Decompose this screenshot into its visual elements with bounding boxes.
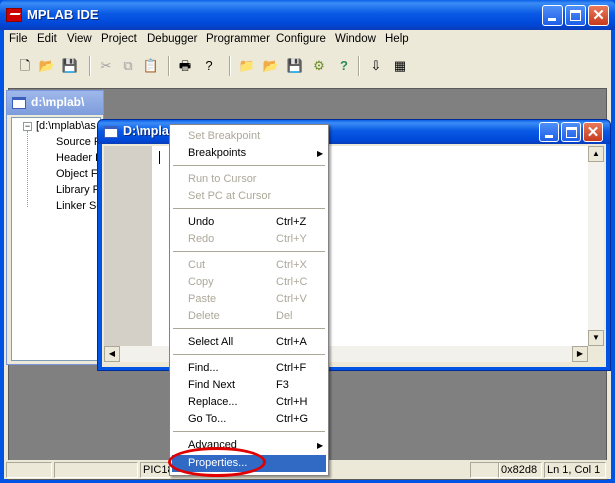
toolbar-separator [229,56,231,76]
tree-folder-linker[interactable]: Linker Sc [56,200,100,212]
vertical-scrollbar[interactable]: ▲ ▼ [588,146,604,346]
menu-file[interactable]: File [9,33,28,45]
scroll-right-icon[interactable]: ▶ [572,346,588,362]
menu-item-cut[interactable]: Cut Ctrl+X [172,257,326,274]
project-window-titlebar[interactable]: d:\mplab\ [7,91,103,115]
window-icon [12,97,26,109]
menu-item-delete[interactable]: Delete Del [172,308,326,325]
menu-item-copy[interactable]: Copy Ctrl+C [172,274,326,291]
menu-help[interactable]: Help [385,33,409,45]
print-icon[interactable]: 🖶 [175,56,195,76]
scroll-up-icon[interactable]: ▲ [588,146,604,162]
menu-item-set-pc-at-cursor[interactable]: Set PC at Cursor [172,188,326,205]
minimize-button[interactable] [542,5,563,26]
toolbar-separator [168,56,170,76]
editor-maximize-button[interactable] [561,122,581,142]
scroll-left-icon[interactable]: ◀ [104,346,120,362]
status-pane-empty [6,462,52,478]
highlight-circle-annotation [168,447,266,477]
menu-separator [173,165,325,166]
editor-minimize-button[interactable] [539,122,559,142]
menu-project[interactable]: Project [101,33,137,45]
maximize-button[interactable] [565,5,586,26]
menu-item-set-breakpoint[interactable]: Set Breakpoint [172,128,326,145]
menu-window[interactable]: Window [335,33,376,45]
menu-debugger[interactable]: Debugger [147,33,198,45]
tree-folder-library[interactable]: Library F [56,184,99,196]
window-icon [104,126,118,138]
status-pane-empty-2 [54,462,138,478]
tree-folder-source[interactable]: Source F [56,136,100,148]
menu-separator [173,431,325,432]
project-window-title: d:\mplab\ [31,95,85,109]
help-icon[interactable]: ? [199,56,219,76]
menu-view[interactable]: View [67,33,92,45]
mplab-ide-window: MPLAB IDE ✕ File Edit View Project Debug… [0,0,615,483]
menu-separator [173,354,325,355]
project-root-node[interactable]: [d:\mplab\as [36,120,96,132]
new-project-icon[interactable]: 📁 [237,56,257,76]
toolbar-separator [358,56,360,76]
close-icon: ✕ [586,124,600,141]
open-folder-icon[interactable]: 📂 [37,56,57,76]
tree-folder-object[interactable]: Object F [56,168,98,180]
menu-separator [173,208,325,209]
build-all-icon[interactable]: ⇩ [366,56,386,76]
status-address: 0x82d8 [498,462,542,478]
cut-icon[interactable]: ✂ [96,56,116,76]
menu-item-find-next[interactable]: Find Next F3 [172,377,326,394]
submenu-arrow-icon: ▶ [317,149,324,158]
menu-item-redo[interactable]: Redo Ctrl+Y [172,231,326,248]
close-icon: ✕ [592,7,605,24]
app-title: MPLAB IDE [27,7,99,22]
save-icon[interactable]: 💾 [60,56,80,76]
menu-configure[interactable]: Configure [276,33,326,45]
minimize-icon [548,18,556,21]
menu-separator [173,328,325,329]
menu-bar: File Edit View Project Debugger Programm… [4,30,611,50]
open-project-icon[interactable]: 📂 [261,56,281,76]
status-cursor-position: Ln 1, Col 1 [544,462,606,478]
submenu-arrow-icon: ▶ [317,441,324,450]
menu-item-undo[interactable]: Undo Ctrl+Z [172,214,326,231]
save-project-icon[interactable]: 💾 [285,56,305,76]
status-device: PIC18 [140,462,170,478]
scroll-down-icon[interactable]: ▼ [588,330,604,346]
new-file-icon[interactable]: 🗋 [15,56,35,76]
main-toolbar: 🗋 📂 💾 ✂ ⧉ 📋 🖶 ? 📁 📂 💾 ⚙ ? ⇩ ▦ [4,52,611,80]
mplab-logo-icon [6,8,22,22]
editor-close-button[interactable]: ✕ [583,122,603,142]
menu-item-run-to-cursor[interactable]: Run to Cursor [172,171,326,188]
editor-gutter[interactable] [104,146,152,346]
text-caret [159,151,160,164]
project-window: d:\mplab\ − [d:\mplab\as Source F Header… [6,90,104,365]
menu-item-paste[interactable]: Paste Ctrl+V [172,291,326,308]
menu-item-find[interactable]: Find... Ctrl+F [172,360,326,377]
menu-item-go-to[interactable]: Go To... Ctrl+G [172,411,326,428]
toolbar-separator [89,56,91,76]
paste-icon[interactable]: 📋 [141,56,161,76]
help-icon-2[interactable]: ? [334,56,354,76]
project-tree: − [d:\mplab\as Source F Header F Object … [11,117,101,361]
tree-folder-header[interactable]: Header F [56,152,100,164]
tree-line [27,131,28,207]
maximize-icon [566,127,577,138]
editor-context-menu: Set Breakpoint Breakpoints ▶ Run to Curso… [169,124,329,476]
make-icon[interactable]: ▦ [390,56,410,76]
menu-separator [173,251,325,252]
copy-icon[interactable]: ⧉ [118,56,138,76]
minimize-icon [545,135,553,138]
menu-programmer[interactable]: Programmer [206,33,270,45]
menu-item-breakpoints[interactable]: Breakpoints ▶ [172,145,326,162]
status-pane-empty-3 [470,462,500,478]
close-button[interactable]: ✕ [588,5,609,26]
build-icon[interactable]: ⚙ [309,56,329,76]
menu-item-replace[interactable]: Replace... Ctrl+H [172,394,326,411]
collapse-icon[interactable]: − [23,122,32,131]
menu-edit[interactable]: Edit [37,33,57,45]
maximize-icon [570,10,581,21]
menu-item-select-all[interactable]: Select All Ctrl+A [172,334,326,351]
app-titlebar[interactable]: MPLAB IDE ✕ [0,0,615,30]
